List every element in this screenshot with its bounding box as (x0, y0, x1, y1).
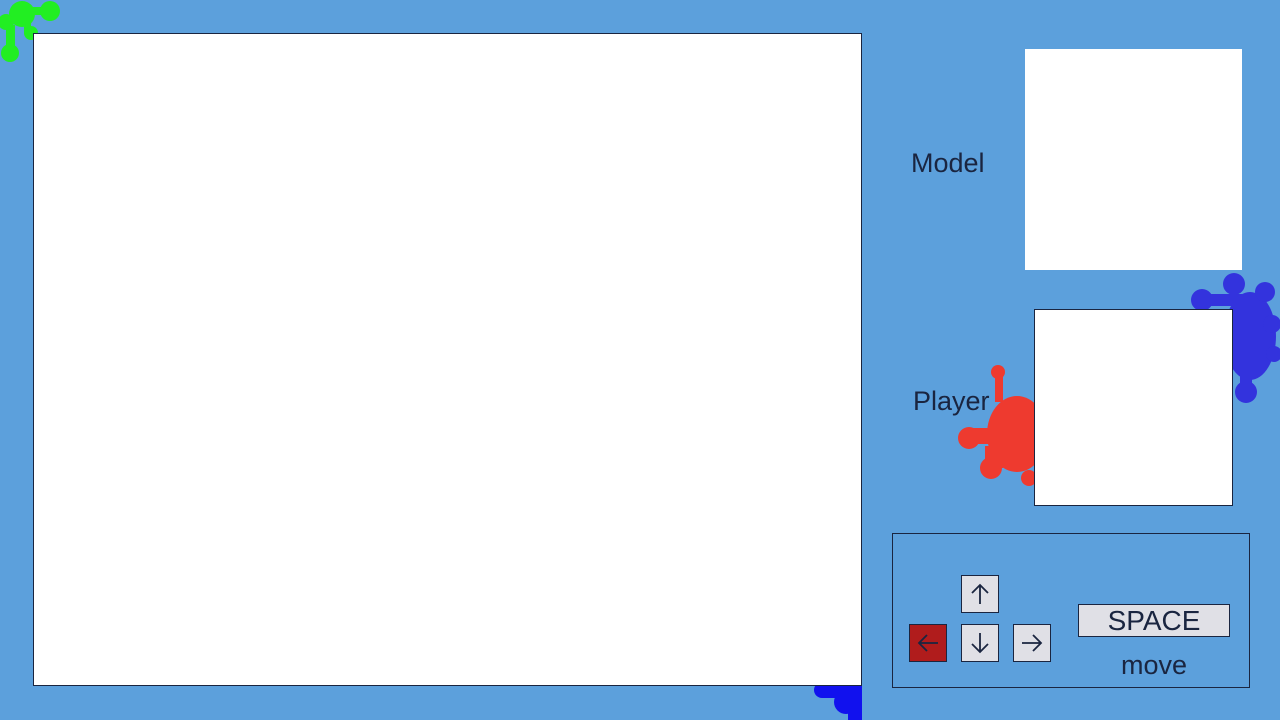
player-preview (1034, 309, 1233, 506)
space-action-label: move (1120, 650, 1188, 680)
drawing-canvas[interactable] (33, 33, 862, 686)
red-paint-splat (958, 365, 1045, 486)
space-key[interactable]: SPACE (1078, 604, 1230, 637)
player-label: Player (913, 386, 990, 416)
arrow-down-icon (971, 633, 989, 654)
arrow-up-icon (971, 583, 989, 604)
arrow-right-icon (1022, 634, 1043, 652)
arrow-down-key[interactable] (961, 624, 999, 662)
arrow-left-key[interactable] (909, 624, 947, 662)
model-label: Model (911, 148, 985, 178)
arrow-up-key[interactable] (961, 575, 999, 613)
arrow-left-icon (917, 634, 938, 652)
model-preview (1025, 49, 1242, 270)
arrow-right-key[interactable] (1013, 624, 1051, 662)
